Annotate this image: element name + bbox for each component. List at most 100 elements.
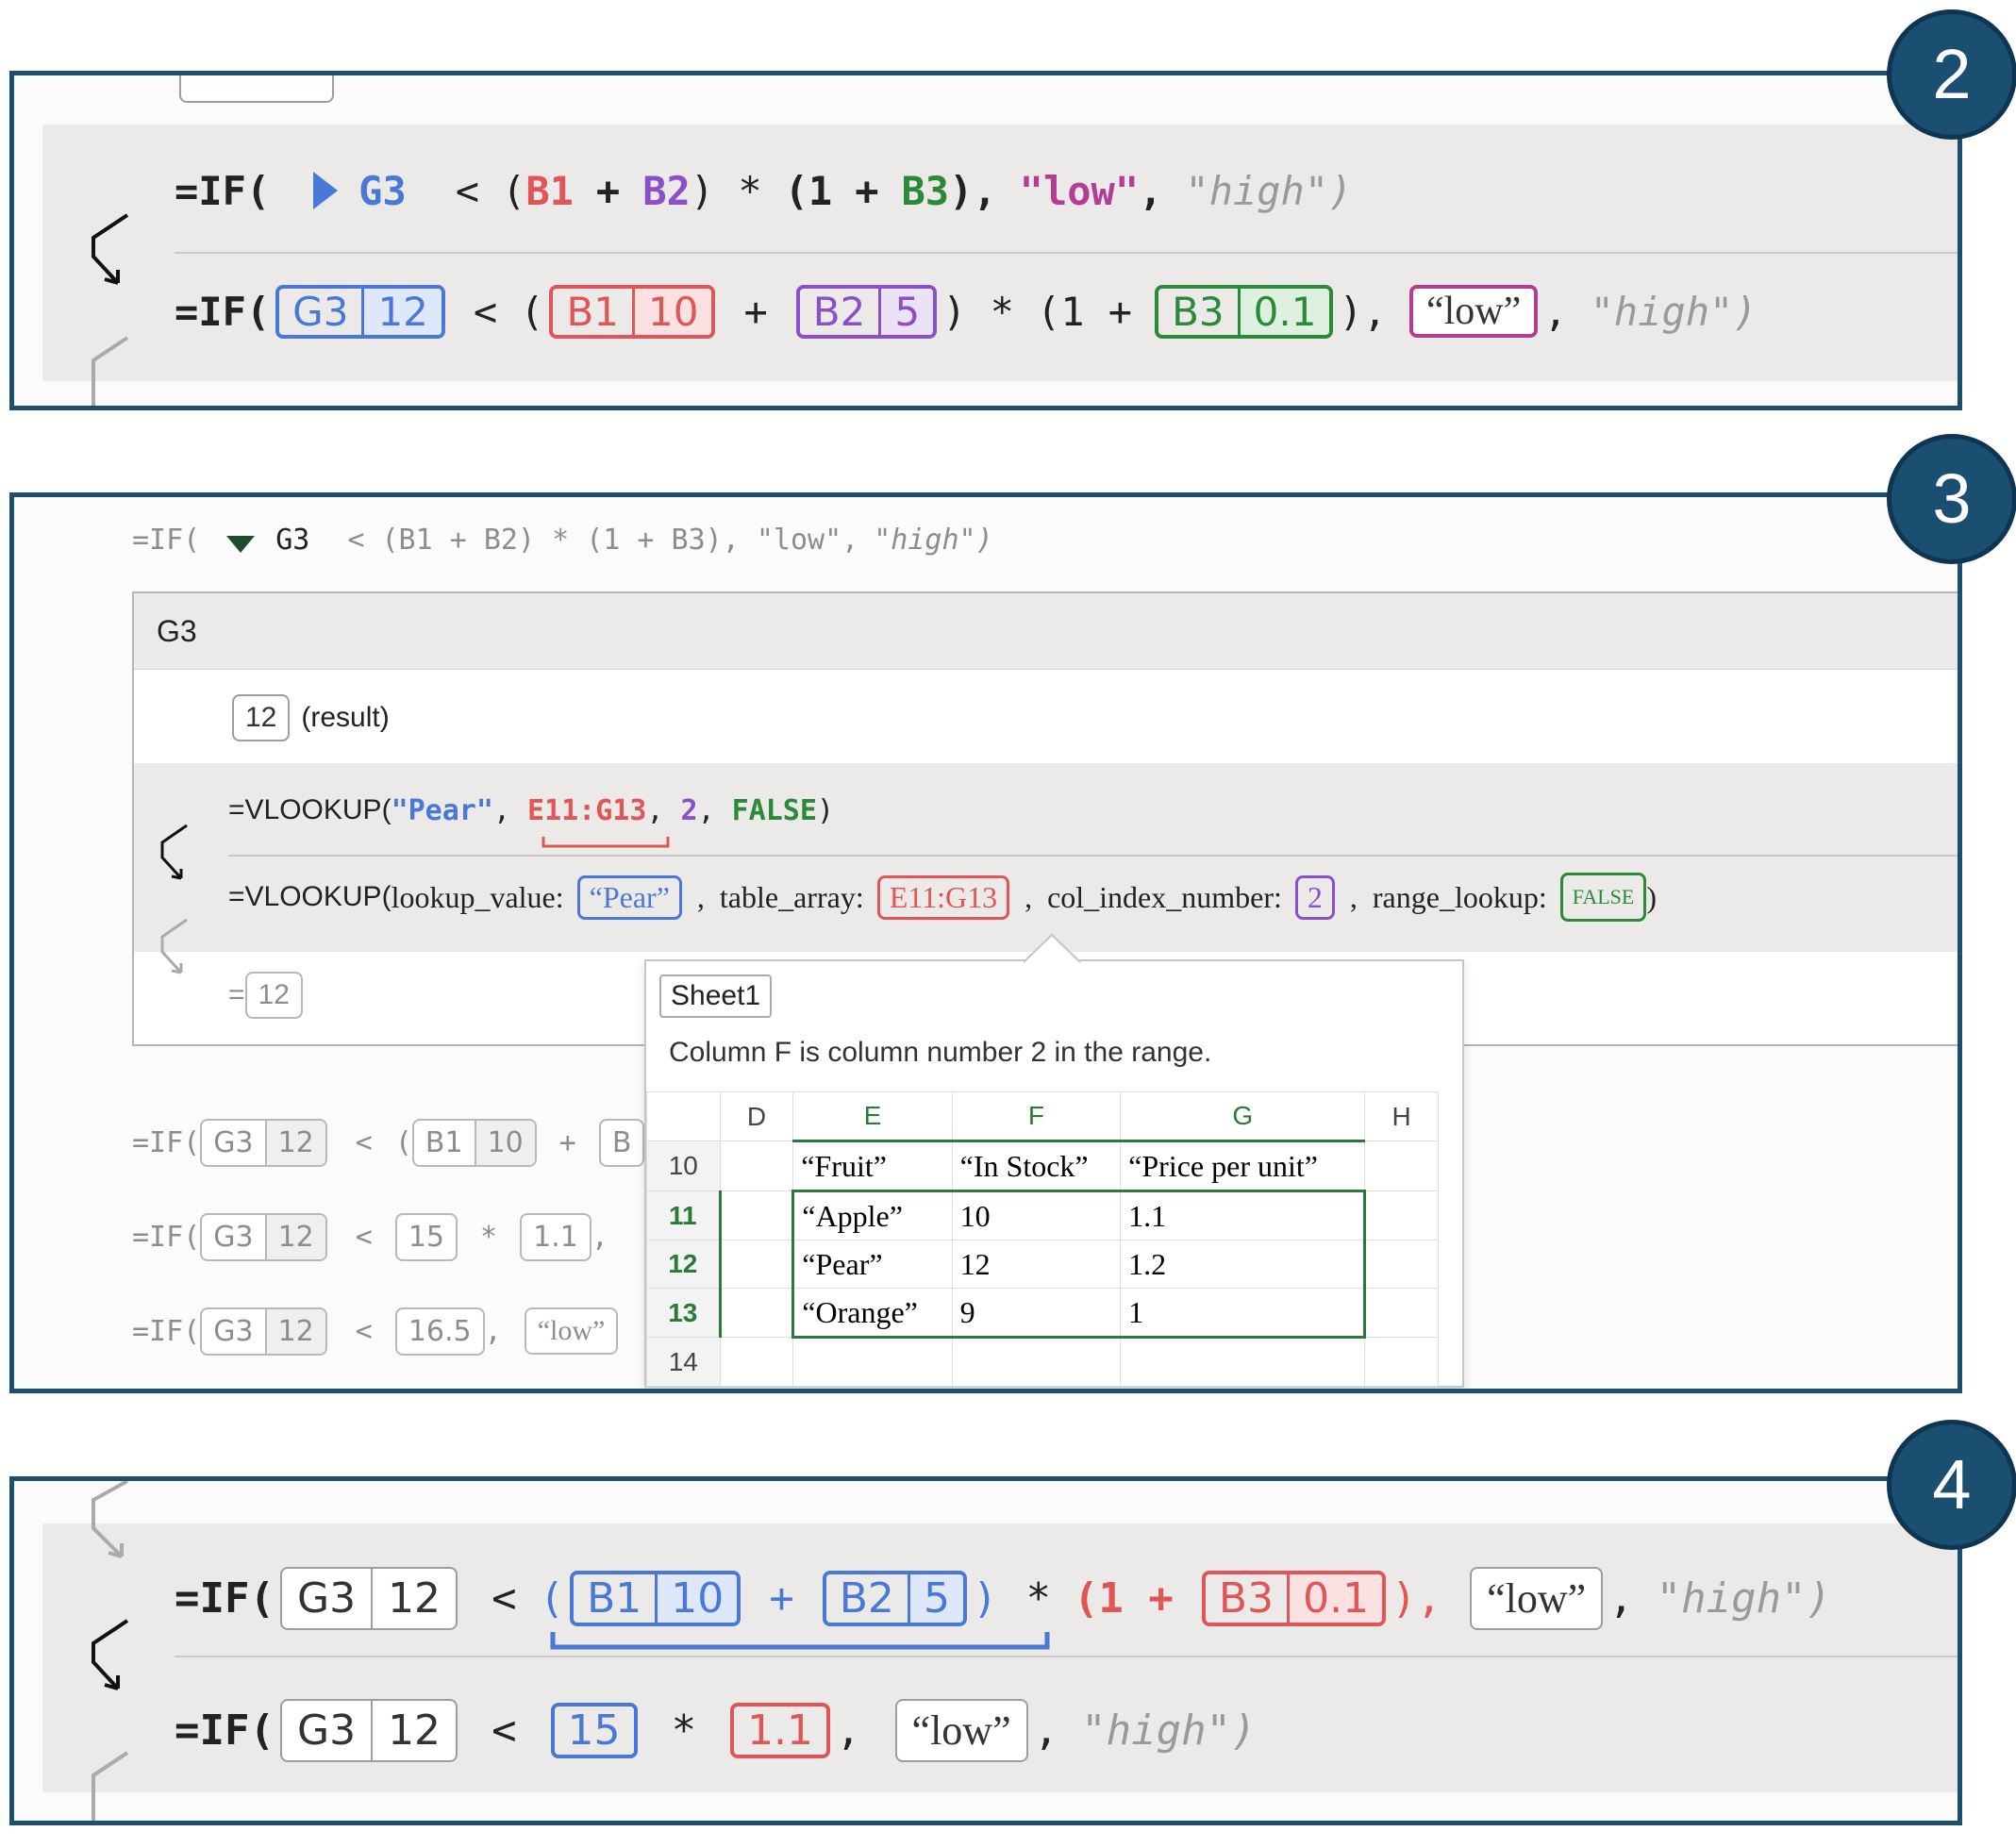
ref-box-b2[interactable]: B2 5 (795, 284, 938, 339)
value-box-low[interactable]: “low” (524, 1307, 619, 1355)
op-plus: + (595, 167, 621, 214)
ref-name: B2 (839, 1573, 894, 1623)
op-lt: < (355, 1314, 373, 1348)
ref-name: G3 (292, 288, 349, 335)
vlookup-prefix: =VLOOKUP( (228, 881, 392, 912)
step-arrow-icon (160, 824, 188, 880)
step-row-2: =IF( G3 12 < 15 * 1.1 , (132, 1209, 608, 1264)
ref-g3[interactable]: G3 (358, 168, 407, 214)
ref-box-g3[interactable]: G3 12 (279, 1698, 458, 1762)
string-high[interactable]: "high") (1591, 289, 1758, 335)
paren-one: (1 (784, 167, 833, 214)
ref-box-g3[interactable]: G3 12 (200, 1212, 327, 1261)
ref-b3[interactable]: B3 (902, 168, 950, 214)
paren-close-comma: ), (1391, 1573, 1442, 1623)
ref-box-b2[interactable]: B2 5 (822, 1570, 967, 1626)
label-range-lookup: range_lookup: (1372, 879, 1547, 914)
ref-value: 10 (655, 1573, 738, 1623)
ref-name: G3 (296, 1706, 357, 1755)
value-box[interactable]: 1.1 (520, 1212, 591, 1261)
cell (792, 1337, 953, 1387)
range-preview-tooltip: Sheet1 Column F is column number 2 in th… (644, 933, 1464, 1388)
value-box-table[interactable]: E11:G13 (876, 874, 1010, 920)
ref-b1[interactable]: B1 (525, 168, 574, 214)
value-box-low[interactable]: “low” (1409, 285, 1539, 338)
string-high[interactable]: "high") (1081, 1706, 1256, 1755)
ref-box-g3[interactable]: G3 12 (200, 1307, 327, 1356)
op-lt: < (492, 1573, 517, 1623)
ref-b2[interactable]: B2 (642, 168, 691, 214)
cell: “Fruit” (792, 1140, 953, 1191)
paren-open: ( (539, 1573, 565, 1623)
ref-name: G3 (213, 1314, 254, 1348)
ref-name: B1 (587, 1573, 642, 1623)
cell (1364, 1240, 1439, 1289)
collapse-caret-icon[interactable] (225, 529, 257, 553)
if-prefix: =IF( (132, 1125, 201, 1159)
ref-box-b1[interactable]: B1 10 (549, 284, 716, 339)
card-header-title: G3 (157, 614, 197, 648)
ref-box-b2-partial[interactable]: B (598, 1118, 645, 1167)
arg-col-index[interactable]: 2 (681, 794, 698, 827)
ref-box-g3[interactable]: G3 12 (275, 284, 445, 339)
string-high[interactable]: "high") (1657, 1574, 1831, 1623)
op-plus-2: + (855, 167, 879, 214)
value-box[interactable]: 15 (394, 1212, 458, 1261)
expand-caret-icon[interactable] (311, 170, 340, 211)
formula-row-evaluated: =IF( G3 12 < 15 * 1.1 , “low” , "high") (175, 1690, 1257, 1770)
value-box-range[interactable]: FALSE (1559, 873, 1647, 922)
arg-range-lookup[interactable]: FALSE (732, 794, 817, 827)
formula-rest: < (B1 + B2) * (1 + B3), "low", (347, 523, 859, 557)
sheet-grid: D E F G H 10 “Fruit” “In Stock” “Price p… (646, 1091, 1439, 1387)
cell: “Pear” (791, 1240, 953, 1289)
sheet-row: 11 “Apple” 10 1.1 (646, 1190, 1439, 1240)
formula-divider (175, 1656, 1958, 1657)
paren-close: ) (1646, 879, 1657, 914)
col-header-h: H (1364, 1091, 1439, 1141)
value-text: 1.1 (747, 1706, 814, 1755)
step-arrow-faded-icon (92, 336, 129, 406)
ref-box-b1[interactable]: B1 10 (570, 1570, 741, 1626)
value-box-1-1[interactable]: 1.1 (730, 1702, 831, 1758)
if-prefix: =IF( (132, 1220, 201, 1254)
paren-close: ) (816, 793, 834, 827)
table-array-underline (541, 837, 670, 848)
ref-value: 10 (474, 1120, 535, 1165)
ref-name: B (611, 1125, 632, 1159)
value-box[interactable]: 16.5 (394, 1307, 485, 1356)
result-box-partial (179, 75, 334, 103)
result-label: (result) (301, 702, 390, 733)
value-box-col[interactable]: 2 (1294, 874, 1335, 920)
ref-name: B1 (425, 1125, 463, 1159)
comma: , (697, 793, 715, 827)
op-lt: < (355, 1220, 373, 1254)
cell (719, 1240, 794, 1289)
card-header: G3 (134, 593, 1958, 670)
ref-g3[interactable]: G3 (275, 524, 309, 557)
paren-close-comma: ), (949, 167, 997, 214)
corner-cell (646, 1091, 721, 1141)
ref-box-g3[interactable]: G3 12 (200, 1118, 327, 1167)
sheet-tab[interactable]: Sheet1 (659, 974, 773, 1018)
arg-table-array[interactable]: E11:G13 (527, 794, 646, 827)
step-row-1: =IF( G3 12 < ( B1 10 + B (132, 1115, 645, 1170)
row-header: 13 (646, 1288, 722, 1338)
arg-lookup-value[interactable]: "Pear" (392, 794, 493, 827)
string-high[interactable]: "high") (1185, 168, 1352, 214)
value-box-lookup[interactable]: “Pear” (576, 874, 682, 920)
value-box-low[interactable]: “low” (894, 1698, 1028, 1762)
sum-underline (550, 1632, 1050, 1650)
if-prefix: =IF( (132, 1314, 201, 1348)
ref-box-b1[interactable]: B1 10 (411, 1118, 537, 1167)
ref-box-b3[interactable]: B3 0.1 (1155, 284, 1334, 339)
ref-box-g3[interactable]: G3 12 (279, 1566, 458, 1630)
sheet-row: 13 “Orange” 9 1 (646, 1288, 1439, 1339)
row-header: 14 (646, 1337, 721, 1387)
row-header: 10 (646, 1140, 721, 1191)
string-low[interactable]: "low" (1020, 168, 1139, 214)
cell (719, 1140, 794, 1191)
cell (1364, 1140, 1439, 1191)
value-box-low[interactable]: “low” (1470, 1566, 1604, 1630)
ref-box-b3[interactable]: B3 0.1 (1201, 1570, 1387, 1626)
value-box-15[interactable]: 15 (550, 1702, 638, 1758)
